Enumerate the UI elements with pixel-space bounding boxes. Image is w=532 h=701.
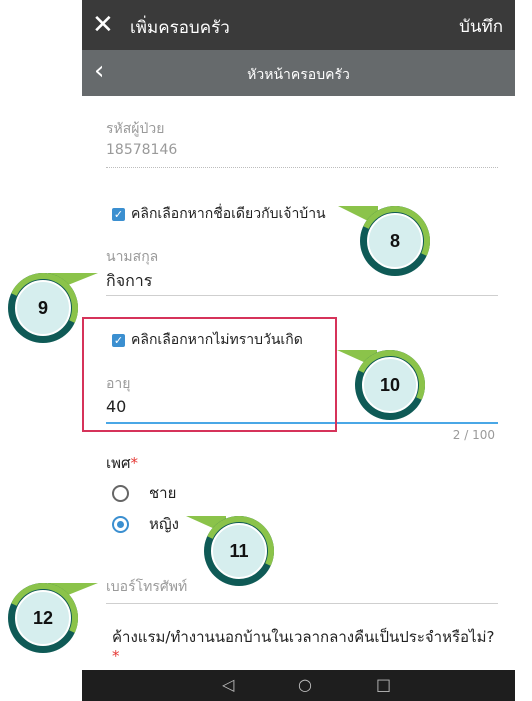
triangle-back-icon[interactable]: ◁	[222, 675, 234, 694]
same-name-checkbox[interactable]: ✓ คลิกเลือกหากชื่อเดียวกับเจ้าบ้าน	[112, 203, 326, 225]
patient-id-underline	[106, 167, 498, 168]
section-header: ‹ หัวหน้าครอบครัว	[82, 50, 515, 96]
sex-label: เพศ*	[106, 451, 138, 475]
callout-number: 10	[362, 357, 418, 413]
callout-number: 8	[367, 213, 423, 269]
callout-number: 11	[211, 523, 267, 579]
same-name-checkbox-label: คลิกเลือกหากชื่อเดียวกับเจ้าบ้าน	[131, 206, 326, 222]
age-char-counter: 2 / 100	[452, 428, 495, 442]
save-button[interactable]: บันทึก	[459, 13, 503, 40]
required-mark: *	[130, 454, 139, 472]
patient-id-value: 18578146	[106, 142, 178, 158]
radio-icon	[112, 484, 129, 502]
circle-home-icon[interactable]: ○	[298, 675, 312, 694]
sex-option-label: หญิง	[149, 515, 179, 533]
sex-label-text: เพศ	[106, 454, 131, 472]
overnight-question: ค้างแรม/ทำงานนอกบ้านในเวลากลางคืนเป็นประ…	[112, 628, 502, 666]
app-bar: ✕ เพิ่มครอบครัว บันทึก	[82, 0, 515, 50]
surname-underline	[106, 295, 498, 296]
callout-number: 9	[15, 280, 71, 336]
patient-id-label: รหัสผู้ป่วย	[106, 121, 165, 137]
callout-number: 12	[15, 590, 71, 646]
overnight-question-text: ค้างแรม/ทำงานนอกบ้านในเวลากลางคืนเป็นประ…	[112, 628, 495, 646]
sex-option-label: ชาย	[149, 484, 177, 502]
required-mark: *	[112, 647, 120, 665]
surname-label: นามสกุล	[106, 249, 159, 265]
sex-option-male[interactable]: ชาย	[112, 481, 176, 505]
android-nav-bar: ◁ ○ □	[82, 670, 515, 701]
radio-selected-icon	[112, 515, 129, 533]
phone-label: เบอร์โทรศัพท์	[106, 579, 188, 595]
surname-input[interactable]: กิจการ	[106, 269, 152, 294]
square-recent-icon[interactable]: □	[376, 675, 391, 694]
app-bar-title: เพิ่มครอบครัว	[130, 18, 230, 38]
age-section-highlight	[82, 317, 337, 432]
close-icon[interactable]: ✕	[92, 10, 116, 40]
section-title: หัวหน้าครอบครัว	[247, 67, 350, 83]
phone-underline[interactable]	[106, 603, 498, 604]
sex-option-female[interactable]: หญิง	[112, 512, 179, 536]
check-icon: ✓	[112, 207, 125, 221]
